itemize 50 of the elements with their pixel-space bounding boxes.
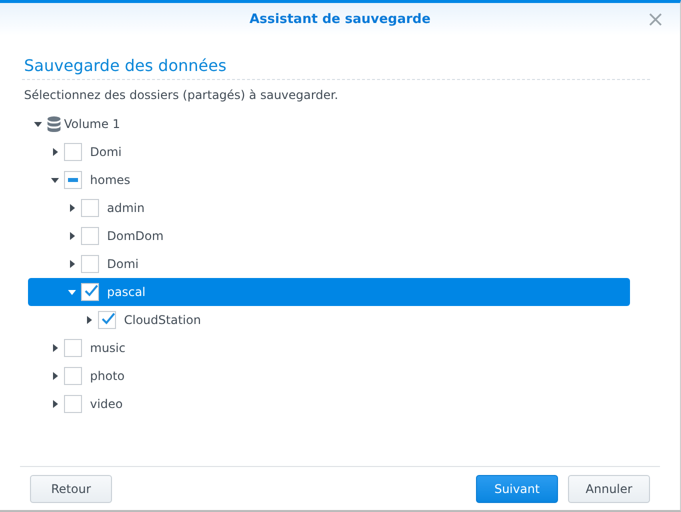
cancel-button[interactable]: Annuler [568, 474, 650, 502]
tree-row[interactable]: music [28, 334, 630, 362]
checkbox[interactable] [64, 171, 82, 189]
expand-arrow-icon[interactable] [68, 288, 76, 296]
tree-row[interactable]: CloudStation [28, 306, 630, 334]
checkbox[interactable] [64, 395, 82, 413]
folder-label: Domi [90, 145, 122, 159]
checkbox[interactable] [64, 367, 82, 385]
back-button[interactable]: Retour [30, 474, 112, 502]
folder-label: CloudStation [124, 313, 201, 327]
instruction-text: Sélectionnez des dossiers (partagés) à sauvegarder. [23, 87, 340, 104]
collapse-arrow-icon[interactable] [85, 316, 93, 324]
checkbox[interactable] [98, 311, 116, 329]
tree-row[interactable]: pascal [28, 278, 630, 306]
collapse-arrow-icon[interactable] [68, 204, 76, 212]
checkbox[interactable] [81, 227, 99, 245]
tree-row[interactable]: Domi [28, 250, 630, 278]
folder-label: music [90, 341, 126, 355]
database-icon [47, 116, 61, 132]
tree-row[interactable]: photo [28, 362, 630, 390]
checkbox[interactable] [81, 283, 99, 301]
folder-label: pascal [107, 285, 146, 299]
window-title: Assistant de sauvegarde [249, 12, 431, 27]
tree-row[interactable]: video [28, 390, 630, 418]
collapse-arrow-icon[interactable] [51, 400, 59, 408]
checkbox[interactable] [81, 199, 99, 217]
folder-label: photo [90, 369, 125, 383]
collapse-arrow-icon[interactable] [51, 148, 59, 156]
checkbox[interactable] [64, 339, 82, 357]
checkbox[interactable] [64, 143, 82, 161]
close-icon[interactable] [649, 13, 662, 26]
section-heading: Sauvegarde des données [22, 54, 650, 80]
collapse-arrow-icon[interactable] [51, 372, 59, 380]
folder-label: admin [107, 201, 145, 215]
folder-label: homes [90, 173, 130, 187]
collapse-arrow-icon[interactable] [68, 260, 76, 268]
folder-label: Domi [107, 257, 139, 271]
collapse-arrow-icon[interactable] [51, 344, 59, 352]
expand-arrow-icon[interactable] [34, 120, 42, 128]
tree-row[interactable]: homes [28, 166, 630, 194]
tree-row[interactable]: Domi [28, 138, 630, 166]
folder-label: video [90, 397, 123, 411]
folder-label: DomDom [107, 229, 164, 243]
collapse-arrow-icon[interactable] [68, 232, 76, 240]
expand-arrow-icon[interactable] [51, 176, 59, 184]
tree-row[interactable]: DomDom [28, 222, 630, 250]
tree-row[interactable]: admin [28, 194, 630, 222]
tree-row[interactable]: Volume 1 [28, 110, 630, 138]
volume-label: Volume 1 [64, 117, 120, 131]
checkbox[interactable] [81, 255, 99, 273]
